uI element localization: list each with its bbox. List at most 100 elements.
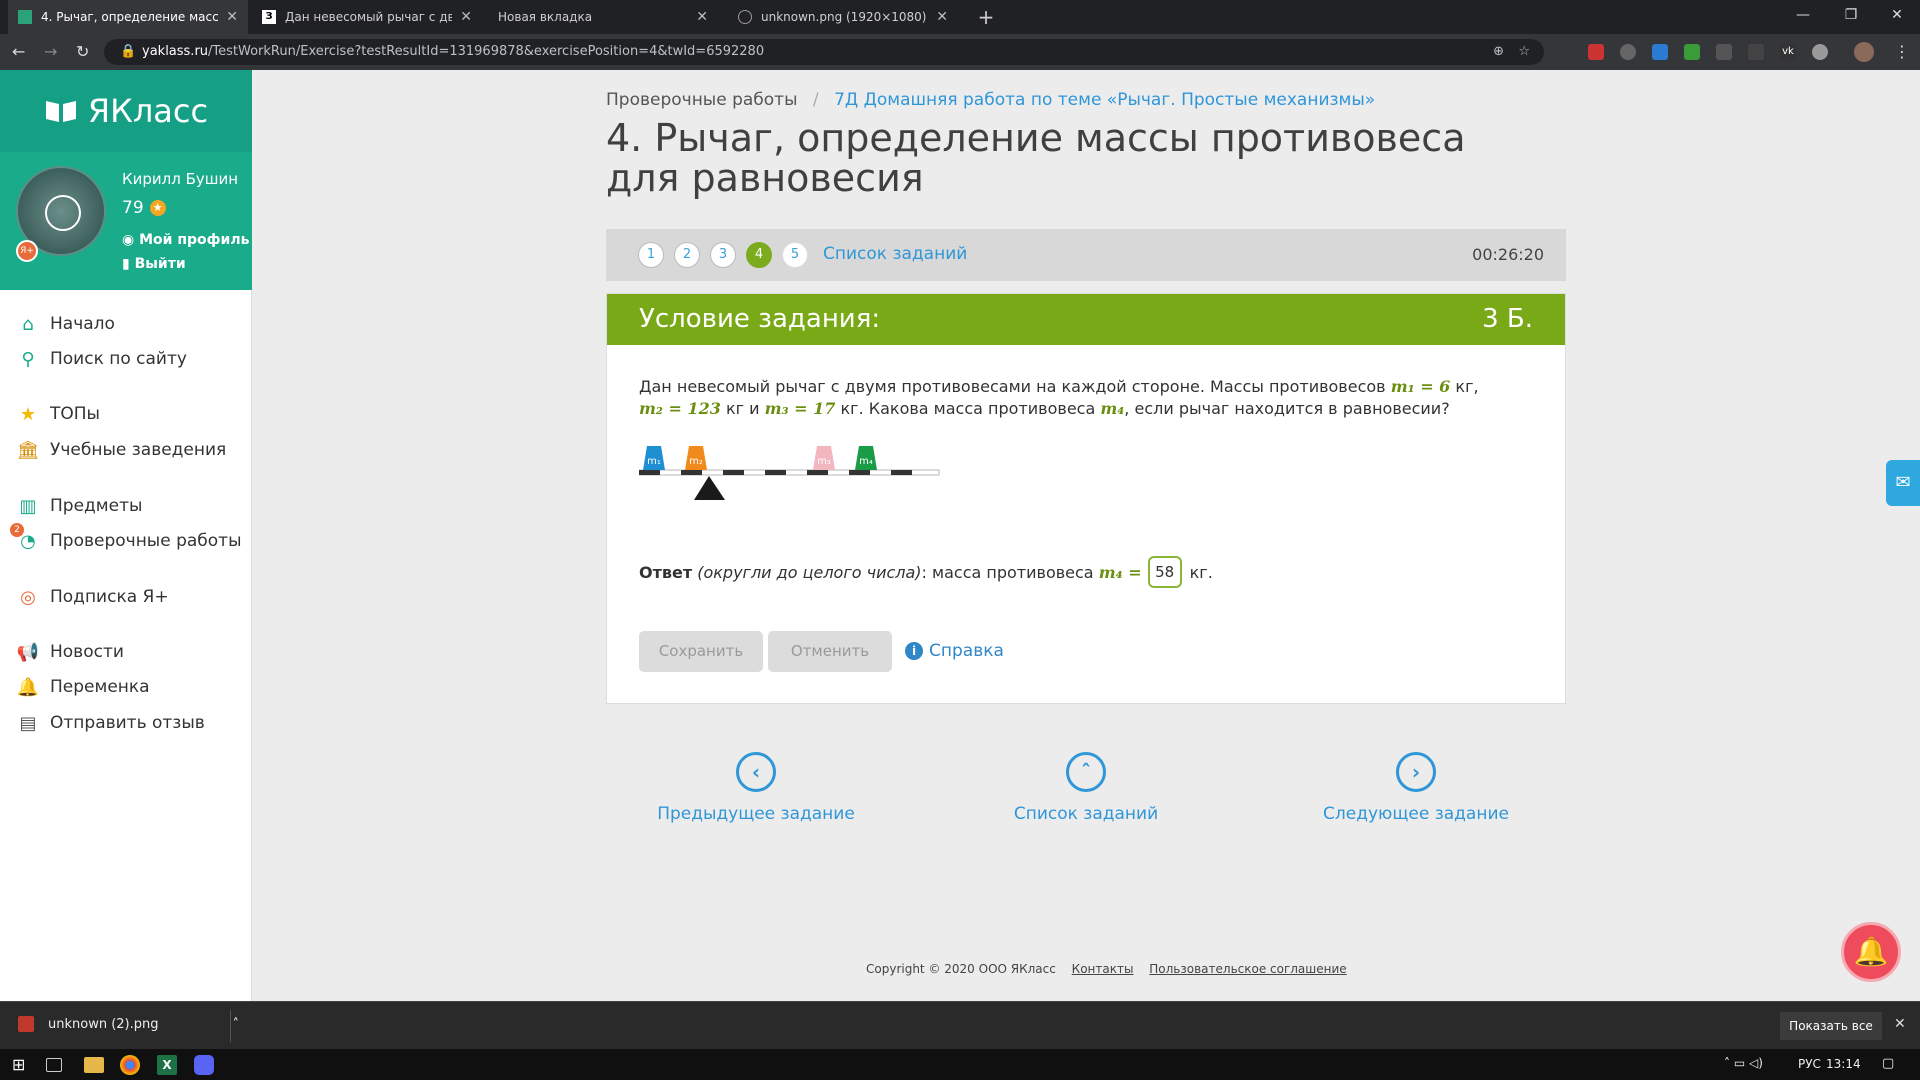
- step-5[interactable]: 5: [782, 242, 808, 268]
- star-icon[interactable]: ☆: [1518, 39, 1530, 65]
- agreement-link[interactable]: Пользовательское соглашение: [1149, 962, 1346, 976]
- profile-avatar[interactable]: [1854, 42, 1874, 62]
- sidebar-item-search[interactable]: ⚲ Поиск по сайту: [18, 348, 187, 370]
- chevron-up-icon[interactable]: ˄: [233, 1017, 240, 1032]
- reload-icon[interactable]: ↻: [76, 42, 89, 61]
- step-4-current[interactable]: 4: [746, 242, 772, 268]
- language-indicator[interactable]: РУС: [1798, 1057, 1821, 1071]
- adblock-icon[interactable]: [1588, 44, 1604, 60]
- task-header-title: Условие задания:: [639, 304, 881, 334]
- step-2[interactable]: 2: [674, 242, 700, 268]
- logo[interactable]: ЯКласс: [0, 70, 252, 152]
- close-window-icon[interactable]: ✕: [1874, 0, 1920, 30]
- chrome-icon[interactable]: [120, 1055, 140, 1075]
- save-button[interactable]: Сохранить: [639, 631, 763, 672]
- sidebar-item-home[interactable]: ⌂ Начало: [18, 313, 115, 335]
- yaklass-favicon-icon: [18, 10, 32, 24]
- tab-2[interactable]: З Дан невесомый рычаг с двумя ✕: [252, 0, 482, 34]
- image-file-icon: [18, 1016, 34, 1032]
- notification-bell-icon[interactable]: 🔔: [1841, 922, 1901, 982]
- extension-icon[interactable]: [1812, 44, 1828, 60]
- minimize-icon[interactable]: —: [1780, 0, 1826, 30]
- cube-icon[interactable]: [1748, 44, 1764, 60]
- forward-icon[interactable]: →: [44, 42, 57, 61]
- task-list-bottom-link[interactable]: ˆ Список заданий: [966, 752, 1206, 824]
- clock[interactable]: 13:14: [1826, 1057, 1861, 1071]
- profile-link-label: Мой профиль: [139, 232, 250, 248]
- step-1[interactable]: 1: [638, 242, 664, 268]
- close-icon[interactable]: ✕: [226, 9, 238, 25]
- windows-start-icon[interactable]: ⊞: [12, 1055, 32, 1075]
- question-part-3: , если рычаг находится в равновесии?: [1124, 399, 1450, 418]
- sidebar-item-label: Предметы: [50, 496, 143, 516]
- question-part-2: кг. Какова масса противовеса: [840, 399, 1096, 418]
- download-extension-icon[interactable]: [1652, 44, 1668, 60]
- profile-link[interactable]: ◉ Мой профиль: [122, 232, 249, 248]
- logout-link[interactable]: ▮ Выйти: [122, 256, 186, 272]
- prev-task-link[interactable]: ‹ Предыдущее задание: [636, 752, 876, 824]
- show-all-button[interactable]: Показать все: [1780, 1012, 1882, 1040]
- sidebar-item-feedback[interactable]: ▤ Отправить отзыв: [18, 712, 205, 734]
- mail-icon[interactable]: ✉: [1886, 460, 1920, 506]
- new-tab-button[interactable]: +: [966, 0, 1006, 34]
- notifications-icon[interactable]: ▢: [1882, 1056, 1894, 1071]
- weight-m3-label: m₃: [817, 456, 831, 467]
- back-icon[interactable]: ←: [12, 42, 25, 61]
- folder-icon[interactable]: [84, 1057, 104, 1073]
- weight-m1: m₁: [643, 446, 665, 470]
- add-icon[interactable]: ⊕: [1493, 39, 1504, 65]
- close-icon[interactable]: ✕: [696, 9, 708, 25]
- answer-label: Ответ: [639, 562, 693, 582]
- download-item[interactable]: unknown (2).png ˄: [18, 1016, 239, 1032]
- tray-icons[interactable]: ˄ ▭ ◁): [1724, 1056, 1763, 1070]
- question-text: Дан невесомый рычаг с двумя противовесам…: [639, 377, 1479, 418]
- sidebar-item-news[interactable]: 📢 Новости: [17, 642, 124, 663]
- tab-title: 4. Рычаг, определение массы пр: [41, 10, 219, 24]
- close-icon[interactable]: ✕: [1894, 1016, 1906, 1032]
- shield-icon[interactable]: [1684, 44, 1700, 60]
- sidebar-item-tests[interactable]: ◔ 2 Проверочные работы: [10, 523, 242, 552]
- contacts-link[interactable]: Контакты: [1072, 962, 1134, 976]
- sidebar-item-break[interactable]: 🔔 Переменка: [17, 677, 150, 698]
- sidebar-item-schools[interactable]: 🏛 Учебные заведения: [17, 440, 227, 461]
- answer-input[interactable]: 58: [1147, 556, 1182, 588]
- task-card: Условие задания: 3 Б. Дан невесомый рыча…: [606, 293, 1566, 704]
- sidebar-item-subjects[interactable]: ▥ Предметы: [18, 496, 143, 517]
- restore-icon[interactable]: ❐: [1828, 0, 1874, 30]
- cancel-button[interactable]: Отменить: [768, 631, 892, 672]
- cube-icon[interactable]: [1716, 44, 1732, 60]
- sidebar-item-tops[interactable]: ★ ТОПы: [18, 404, 100, 425]
- tab-active[interactable]: 4. Рычаг, определение массы пр ✕: [8, 0, 248, 34]
- unit-kg: кг: [725, 399, 745, 418]
- timer: 00:26:20: [1472, 245, 1544, 264]
- comment-icon: ▤: [19, 712, 37, 734]
- breadcrumb-separator: /: [812, 90, 819, 110]
- breadcrumb-current[interactable]: 7Д Домашняя работа по теме «Рычаг. Прост…: [834, 90, 1375, 110]
- extension-icon[interactable]: [1620, 44, 1636, 60]
- close-icon[interactable]: ✕: [460, 9, 472, 25]
- sidebar-item-label: ТОПы: [50, 404, 100, 424]
- help-link[interactable]: i Справка: [905, 641, 1004, 661]
- home-icon: ⌂: [22, 313, 34, 335]
- task-view-icon[interactable]: [46, 1058, 62, 1072]
- user-name: Кирилл Бушин: [122, 170, 239, 188]
- answer-row: Ответ (округли до целого числа): масса п…: [639, 556, 1213, 588]
- breadcrumb-root[interactable]: Проверочные работы: [606, 90, 798, 110]
- step-3[interactable]: 3: [710, 242, 736, 268]
- menu-icon[interactable]: ⋮: [1894, 42, 1910, 61]
- excel-icon[interactable]: X: [157, 1055, 177, 1075]
- url-domain: yaklass.ru: [142, 44, 209, 59]
- next-task-link[interactable]: › Следующее задание: [1296, 752, 1536, 824]
- sidebar: ЯКласс Я+ Кирилл Бушин 79 ★ ◉ Мой профил…: [0, 70, 252, 1001]
- sidebar-item-label: Отправить отзыв: [50, 713, 205, 733]
- sidebar-item-subscription[interactable]: ◎ Подписка Я+: [18, 587, 168, 608]
- vk-icon[interactable]: vk: [1780, 44, 1796, 60]
- tab-3[interactable]: Новая вкладка ✕: [488, 0, 718, 34]
- close-icon[interactable]: ✕: [936, 9, 948, 25]
- task-list-link[interactable]: Список заданий: [823, 244, 967, 264]
- discord-icon[interactable]: [194, 1055, 214, 1075]
- search-icon: ⚲: [21, 348, 35, 370]
- url-input[interactable]: 🔒 yaklass.ru/TestWorkRun/Exercise?testRe…: [104, 39, 1544, 65]
- tab-4[interactable]: unknown.png (1920×1080) ✕: [728, 0, 958, 34]
- globe-icon: [738, 10, 752, 24]
